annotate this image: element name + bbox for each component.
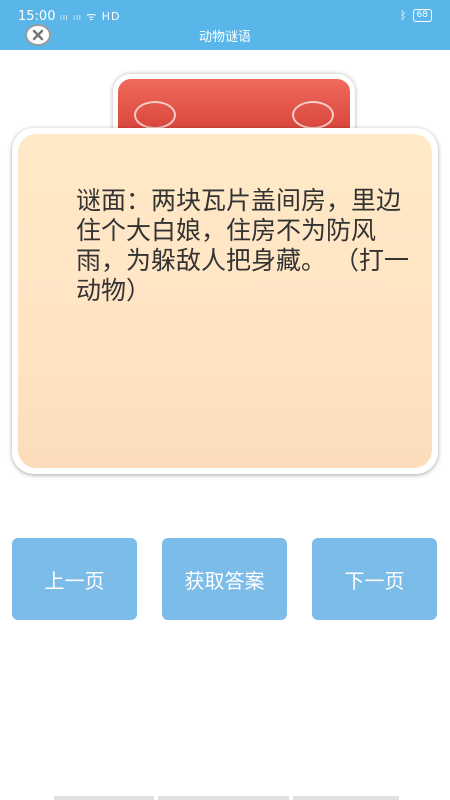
- prev-page-button[interactable]: 上一页: [12, 538, 137, 620]
- bluetooth-icon: ᛒ: [399, 9, 407, 22]
- signal-icons: ᵢₗₗ ᵢₗₗ ᯤ HD: [60, 9, 121, 24]
- get-answer-button[interactable]: 获取答案: [162, 538, 287, 620]
- top-bar: 15:00 ᵢₗₗ ᵢₗₗ ᯤ HD ᛒ 68 动物谜语: [0, 0, 450, 50]
- next-page-button[interactable]: 下一页: [312, 538, 437, 620]
- wifi-icon: ᯤ: [86, 10, 102, 23]
- page-title: 动物谜语: [198, 30, 251, 45]
- bottom-nav-indicator: [54, 796, 399, 800]
- swirl-ornament-right: [292, 101, 334, 129]
- status-time: 15:00: [18, 9, 56, 24]
- status-right: ᛒ 68: [400, 9, 432, 22]
- swirl-ornament-left: [134, 101, 176, 129]
- hd-label: HD: [101, 10, 121, 23]
- riddle-text: 谜面：两块瓦片盖间房，里边住个大白娘，住房不为防风雨，为躲敌人把身藏。 （打一动…: [76, 186, 409, 305]
- signal-icon: ᵢₗₗ ᵢₗₗ: [60, 10, 82, 23]
- battery-icon: 68: [412, 9, 432, 22]
